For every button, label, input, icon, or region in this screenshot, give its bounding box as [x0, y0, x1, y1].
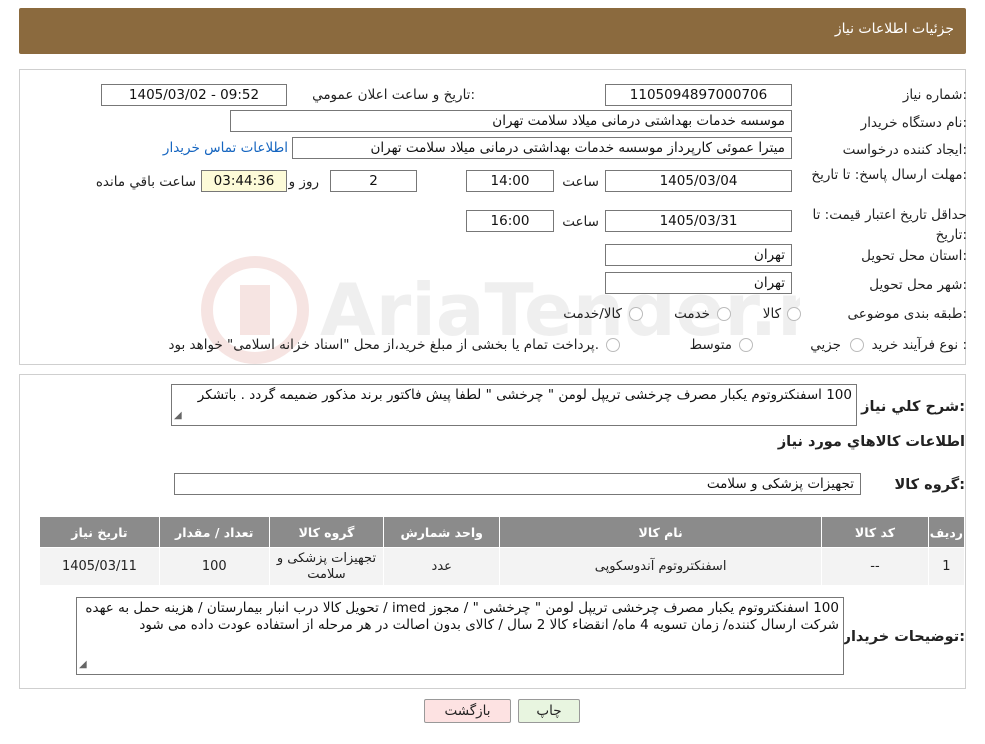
deadline-label: مهلت ارسال پاسخ: تا تاریخ: [811, 167, 967, 183]
category-radio-goods[interactable] [787, 307, 801, 321]
cell-row-number: 1 [927, 547, 966, 586]
remaining-time-field: 03:44:36 [201, 170, 287, 192]
summary-label: شرح کلي نياز: [861, 399, 965, 415]
cell-unit: عدد [383, 547, 501, 586]
remaining-label: ساعت باقي مانده [95, 174, 196, 190]
creator-label: ايجاد کننده درخواست: [842, 142, 967, 158]
days-label: روز و [288, 174, 319, 190]
purchase-radio-note[interactable] [606, 338, 620, 352]
cell-need-date: 1405/03/11 [39, 547, 160, 586]
need-number-label: شماره نیاز: [902, 87, 967, 103]
goods-table: رديف کد کالا نام کالا واحد شمارش گروه کا… [39, 516, 966, 586]
summary-text: 100 اسفنکتروتوم یکبار مصرف چرخشی تریپل ل… [171, 384, 857, 426]
col-row-number: رديف [927, 516, 966, 548]
goods-section-title: اطلاعات کالاهاي مورد نياز [777, 434, 965, 450]
buyer-org-label: نام دستگاه خريدار: [860, 115, 967, 131]
purchase-radio-medium[interactable] [739, 338, 753, 352]
validity-time-field: 16:00 [466, 210, 554, 232]
page-header: جزئیات اطلاعات نیاز [19, 8, 966, 54]
cell-item-name: اسفنکتروتوم آندوسکوپی [499, 547, 823, 586]
goods-group-label: گروه کالا: [894, 477, 965, 493]
buyer-notes-text: 100 اسفنکتروتوم یکبار مصرف چرخشی تریپل ل… [76, 597, 844, 675]
cell-group: تجهیزات پزشکی و سلامت [268, 547, 385, 586]
days-field: 2 [330, 170, 417, 192]
city-field: تهران [605, 272, 792, 294]
creator-field: میترا عموئی کارپرداز موسسه خدمات بهداشتی… [292, 137, 792, 159]
purchase-option-medium: متوسط [689, 337, 732, 353]
category-radio-service[interactable] [717, 307, 731, 321]
province-field: تهران [605, 244, 792, 266]
category-option-service: خدمت [674, 306, 710, 322]
announce-field: 1405/03/02 - 09:52 [101, 84, 287, 106]
category-option-goods: کالا [762, 306, 781, 322]
col-item-code: کد کالا [821, 516, 929, 548]
buyer-org-field: موسسه خدمات بهداشتی درمانی میلاد سلامت ت… [230, 110, 792, 132]
category-option-goods-service: کالا/خدمت [563, 306, 622, 322]
table-header-row: رديف کد کالا نام کالا واحد شمارش گروه کا… [39, 516, 966, 548]
validity-label: حداقل تاريخ اعتبار قيمت: تا تاریخ: [812, 207, 967, 243]
col-unit: واحد شمارش [383, 516, 501, 548]
table-row: 1 -- اسفنکتروتوم آندوسکوپی عدد تجهیزات پ… [39, 547, 966, 586]
purchase-option-minor: جزیي [810, 337, 841, 353]
resize-grip-icon[interactable]: ◢ [79, 656, 87, 673]
validity-date-field: 1405/03/31 [605, 210, 792, 232]
deadline-time-field: 14:00 [466, 170, 554, 192]
col-quantity: تعداد / مقدار [158, 516, 270, 548]
back-button[interactable]: بازگشت [424, 699, 511, 723]
buyer-notes-content: 100 اسفنکتروتوم یکبار مصرف چرخشی تریپل ل… [85, 600, 839, 633]
purchase-note: پرداخت تمام یا بخشی از مبلغ خرید،از محل … [168, 337, 599, 353]
category-label: طبقه بندی موضوعی: [847, 306, 967, 322]
summary-text-content: 100 اسفنکتروتوم یکبار مصرف چرخشی تریپل ل… [197, 387, 852, 403]
col-group: گروه کالا [268, 516, 385, 548]
validity-time-label: ساعت [562, 214, 599, 230]
buyer-contact-link[interactable]: اطلاعات تماس خريدار [163, 140, 288, 156]
announce-label: تاریخ و ساعت اعلان عمومي: [312, 87, 475, 103]
cell-item-code: -- [821, 547, 929, 586]
deadline-time-label: ساعت [562, 174, 599, 190]
purchase-radio-minor[interactable] [850, 338, 864, 352]
goods-group-field: تجهیزات پزشکی و سلامت [174, 473, 861, 495]
category-radio-goods-service[interactable] [629, 307, 643, 321]
cell-quantity: 100 [158, 547, 270, 586]
print-button[interactable]: چاپ [518, 699, 580, 723]
city-label: شهر محل تحويل: [869, 277, 967, 293]
province-label: استان محل تحويل: [861, 248, 967, 264]
col-need-date: تاريخ نياز [39, 516, 160, 548]
page-title: جزئیات اطلاعات نیاز [834, 21, 954, 37]
buyer-notes-label: توضيحات خريدار: [842, 629, 965, 645]
deadline-date-field: 1405/03/04 [605, 170, 792, 192]
resize-grip-icon[interactable]: ◢ [174, 407, 182, 424]
col-item-name: نام کالا [499, 516, 823, 548]
need-number-field: 1105094897000706 [605, 84, 792, 106]
purchase-type-label: نوع فرآیند خرید : [871, 337, 967, 353]
